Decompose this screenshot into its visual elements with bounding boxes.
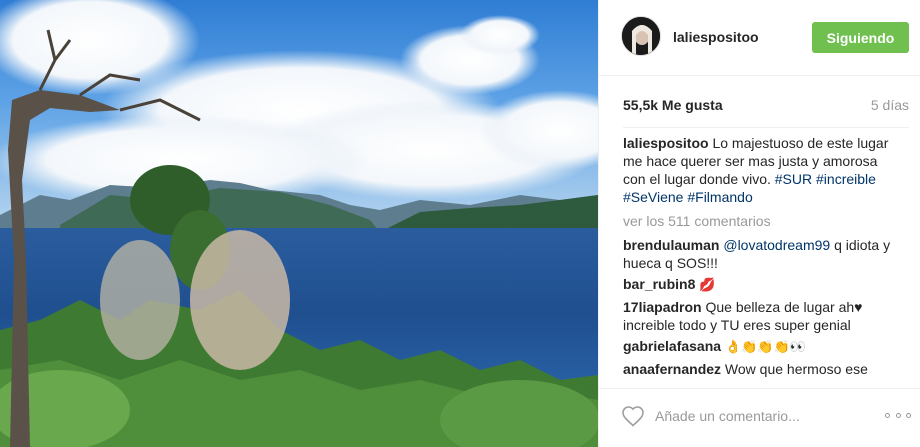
comment-emoji: 👌👏👏👏👀 <box>724 340 806 355</box>
list-item: 17liapadron Que belleza de lugar ah♥ inc… <box>623 298 899 334</box>
list-item: gabrielafasana 👌👏👏👏👀 <box>623 337 899 357</box>
following-button[interactable]: Siguiendo <box>812 22 909 53</box>
comment-author[interactable]: anaafernandez <box>623 361 721 377</box>
hashtag-filmando[interactable]: #Filmando <box>687 189 752 205</box>
lake-landscape-image <box>0 0 598 447</box>
post-photo[interactable] <box>0 0 598 447</box>
comment-author[interactable]: gabrielafasana <box>623 338 721 354</box>
more-options-icon[interactable] <box>885 407 911 423</box>
add-comment-input[interactable] <box>655 403 875 429</box>
comments-list: laliespositoo Lo majestuoso de este luga… <box>623 134 899 382</box>
post-side-panel: laliespositoo Siguiendo 55,5k Me gusta 5… <box>598 0 920 447</box>
post-time-ago[interactable]: 5 días <box>871 97 909 113</box>
hashtag-increible[interactable]: #increible <box>816 171 876 187</box>
add-comment-bar <box>599 388 920 447</box>
post-username[interactable]: laliespositoo <box>673 29 759 45</box>
list-item: anaafernandez Wow que hermoso ese <box>623 360 899 378</box>
dot <box>885 412 890 418</box>
instagram-post: laliespositoo Siguiendo 55,5k Me gusta 5… <box>0 0 920 447</box>
hashtag-sur[interactable]: #SUR <box>775 171 812 187</box>
heart-icon[interactable] <box>621 405 645 427</box>
profile-photo-icon <box>622 17 660 55</box>
view-all-comments-link[interactable]: ver los 511 comentarios <box>623 212 899 230</box>
comment-author[interactable]: brendulauman <box>623 237 719 253</box>
divider <box>623 127 909 128</box>
comment-mention[interactable]: @lovatodream99 <box>723 237 830 253</box>
comment-emoji: 💋 <box>699 278 716 293</box>
likes-count[interactable]: 55,5k Me gusta <box>623 97 723 113</box>
dot <box>906 412 911 418</box>
hashtag-seviene[interactable]: #SeViene <box>623 189 683 205</box>
list-item: brendulauman @lovatodream99 q idiota y h… <box>623 236 899 272</box>
post-header: laliespositoo Siguiendo <box>599 0 920 76</box>
comment-text: Wow que hermoso ese <box>721 361 868 377</box>
comment-author[interactable]: 17liapadron <box>623 299 702 315</box>
avatar[interactable] <box>621 16 661 56</box>
caption: laliespositoo Lo majestuoso de este luga… <box>623 134 899 206</box>
list-item: bar_rubin8 💋 <box>623 275 899 295</box>
caption-author[interactable]: laliespositoo <box>623 135 709 151</box>
dot <box>895 412 901 418</box>
comment-author[interactable]: bar_rubin8 <box>623 276 695 292</box>
post-stats: 55,5k Me gusta 5 días <box>599 76 920 132</box>
